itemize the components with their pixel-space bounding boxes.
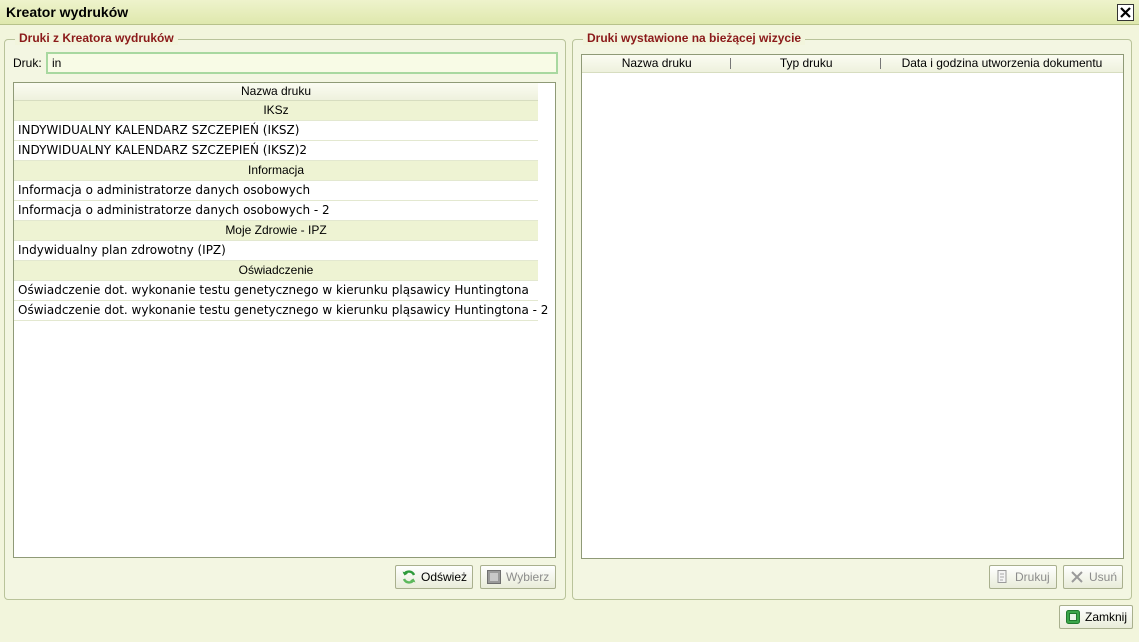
list-item[interactable]: INDYWIDUALNY KALENDARZ SZCZEPIEŃ (IKSZ) bbox=[14, 121, 538, 141]
list-item[interactable]: INDYWIDUALNY KALENDARZ SZCZEPIEŃ (IKSZ)2 bbox=[14, 141, 538, 161]
group-row-informacja[interactable]: Informacja bbox=[14, 161, 538, 181]
column-header-data-utworzenia[interactable]: Data i godzina utworzenia dokumentu bbox=[881, 55, 1123, 72]
column-header-nazwa-druku[interactable]: Nazwa druku bbox=[14, 83, 538, 100]
visit-prints-header: Nazwa druku Typ druku Data i godzina utw… bbox=[582, 55, 1123, 73]
list-item[interactable]: Indywidualny plan zdrowotny (IPZ) bbox=[14, 241, 538, 261]
window-close-button[interactable] bbox=[1117, 4, 1134, 21]
list-item[interactable]: Oświadczenie dot. wykonanie testu genety… bbox=[14, 301, 548, 321]
print-button-label: Drukuj bbox=[1015, 570, 1050, 584]
delete-button-label: Usuń bbox=[1088, 570, 1117, 584]
list-item[interactable]: Informacja o administratorze danych osob… bbox=[14, 181, 538, 201]
visit-prints-legend: Druki wystawione na bieżącej wizycie bbox=[583, 31, 806, 45]
group-row-iksz[interactable]: IKSz bbox=[14, 101, 538, 121]
window-title: Kreator wydruków bbox=[6, 4, 129, 20]
checkbox-icon bbox=[487, 570, 501, 584]
title-bar: Kreator wydruków bbox=[0, 0, 1139, 25]
print-button[interactable]: Drukuj bbox=[989, 565, 1057, 589]
list-item[interactable]: Informacja o administratorze danych osob… bbox=[14, 201, 538, 221]
refresh-button-label: Odśwież bbox=[420, 570, 467, 584]
close-door-icon bbox=[1065, 610, 1080, 624]
printer-icon bbox=[997, 570, 1007, 583]
visit-prints-grid: Nazwa druku Typ druku Data i godzina utw… bbox=[581, 54, 1124, 559]
column-header-nazwa-druku[interactable]: Nazwa druku bbox=[582, 55, 732, 72]
close-dialog-button-label: Zamknij bbox=[1084, 610, 1127, 624]
prints-creator-legend: Druki z Kreatora wydruków bbox=[15, 31, 178, 45]
group-row-moje-zdrowie-ipz[interactable]: Moje Zdrowie - IPZ bbox=[14, 221, 538, 241]
visit-prints-panel: Druki wystawione na bieżącej wizycie Naz… bbox=[572, 31, 1132, 600]
refresh-button[interactable]: Odśwież bbox=[395, 565, 473, 589]
refresh-icon bbox=[402, 570, 416, 584]
close-icon bbox=[1120, 7, 1131, 18]
druk-search-input[interactable] bbox=[46, 52, 558, 74]
delete-x-icon bbox=[1071, 571, 1083, 583]
delete-button[interactable]: Usuń bbox=[1063, 565, 1123, 589]
prints-list-header: Nazwa druku bbox=[14, 83, 538, 101]
select-button[interactable]: Wybierz bbox=[480, 565, 556, 589]
prints-creator-panel: Druki z Kreatora wydruków Druk: Nazwa dr… bbox=[4, 31, 566, 600]
close-dialog-button[interactable]: Zamknij bbox=[1059, 605, 1133, 629]
druk-label: Druk: bbox=[13, 56, 42, 70]
prints-list-grid: Nazwa druku IKSz INDYWIDUALNY KALENDARZ … bbox=[13, 82, 556, 558]
list-item[interactable]: Oświadczenie dot. wykonanie testu genety… bbox=[14, 281, 538, 301]
column-header-typ-druku[interactable]: Typ druku bbox=[731, 55, 882, 72]
group-row-oswiadczenie[interactable]: Oświadczenie bbox=[14, 261, 538, 281]
select-button-label: Wybierz bbox=[506, 570, 550, 584]
prints-list-body: IKSz INDYWIDUALNY KALENDARZ SZCZEPIEŃ (I… bbox=[14, 101, 555, 321]
